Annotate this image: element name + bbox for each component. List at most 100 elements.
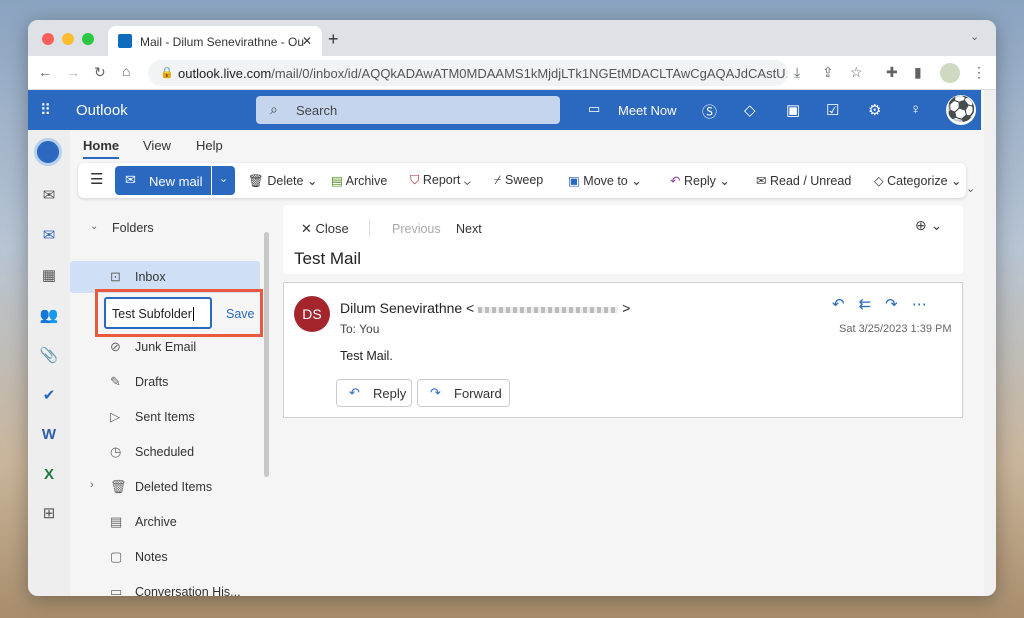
folders-header[interactable]: ⌄ Folders bbox=[70, 212, 260, 244]
folder-archive[interactable]: ▤ Archive bbox=[70, 506, 260, 538]
app-title[interactable]: Outlook bbox=[76, 102, 128, 119]
todo-icon[interactable]: ✔ bbox=[38, 386, 60, 404]
settings-gear-icon[interactable]: ⚙ bbox=[868, 101, 881, 119]
office-icon[interactable]: ▣ bbox=[786, 101, 800, 119]
folder-move-icon: ▣ bbox=[568, 174, 580, 188]
maximize-window-button[interactable] bbox=[82, 33, 94, 45]
archive-icon: ▤ bbox=[110, 514, 123, 529]
profile-avatar[interactable] bbox=[940, 63, 960, 83]
meet-now-button[interactable]: Meet Now bbox=[618, 103, 677, 118]
note-icon: ▢ bbox=[110, 549, 123, 564]
sender-avatar: DS bbox=[294, 296, 330, 332]
tab-list-chevron-icon[interactable]: ⌄ bbox=[970, 30, 979, 43]
hamburger-icon[interactable]: ☰ bbox=[90, 170, 103, 188]
forward-button[interactable]: ↷ Forward bbox=[417, 379, 510, 407]
new-mail-chevron-icon[interactable]: ⌄ bbox=[211, 166, 235, 195]
reply-all-icon[interactable]: ⇇ bbox=[859, 296, 886, 313]
excel-icon[interactable]: X bbox=[38, 466, 60, 483]
reading-header: ✕ Close Previous Next ⊕ ⌄ Test Mail bbox=[283, 205, 963, 274]
folder-scrollbar[interactable] bbox=[264, 232, 269, 477]
install-icon[interactable]: ⤓ bbox=[794, 64, 800, 81]
clock-icon: ◷ bbox=[110, 444, 122, 459]
menu-kebab-icon[interactable]: ⋮ bbox=[972, 64, 986, 81]
close-tab-icon[interactable]: ✕ bbox=[302, 34, 312, 48]
new-tab-icon[interactable]: + bbox=[328, 29, 339, 50]
page-scrollbar[interactable] bbox=[984, 90, 996, 596]
minimize-window-button[interactable] bbox=[62, 33, 74, 45]
ribbon-expand-chevron-icon[interactable]: ⌄ bbox=[966, 182, 975, 195]
attachment-icon[interactable]: 📎 bbox=[38, 346, 60, 364]
url-path: /mail/0/inbox/id/AQQkADAwATM0MDAAMS1kMjd… bbox=[271, 66, 788, 81]
tab-bar: Mail - Dilum Senevirathne - Ou ✕ + ⌄ bbox=[28, 20, 996, 56]
categorize-button[interactable]: ◇ Categorize ⌄ bbox=[874, 173, 962, 188]
video-icon: ▭ bbox=[588, 101, 601, 116]
people-icon[interactable]: 👥 bbox=[38, 306, 60, 324]
more-apps-icon[interactable]: ⊞ bbox=[38, 504, 60, 522]
previous-button[interactable]: Previous bbox=[392, 222, 441, 236]
new-mail-button[interactable]: ✉ New mail ⌄ bbox=[115, 166, 235, 195]
folder-scheduled[interactable]: ◷ Scheduled bbox=[70, 436, 260, 468]
calendar-icon[interactable]: ▦ bbox=[38, 266, 60, 284]
close-button[interactable]: ✕ Close bbox=[301, 221, 349, 237]
folder-deleted-items[interactable]: › 🗑 Deleted Items bbox=[70, 471, 260, 503]
bookmark-star-icon[interactable]: ☆ bbox=[850, 64, 863, 81]
forward-icon: ↷ bbox=[430, 385, 441, 400]
word-icon[interactable]: W bbox=[38, 426, 60, 443]
save-folder-button[interactable]: Save bbox=[226, 307, 255, 321]
new-mail-rail-icon[interactable]: ✉ bbox=[38, 186, 60, 204]
redacted-email bbox=[478, 307, 619, 313]
browser-tab[interactable]: Mail - Dilum Senevirathne - Ou ✕ bbox=[108, 26, 322, 56]
next-button[interactable]: Next bbox=[456, 222, 482, 236]
url-field[interactable]: 🔒 outlook.live.com/mail/0/inbox/id/AQQkA… bbox=[148, 60, 788, 86]
tab-help[interactable]: Help bbox=[196, 138, 223, 153]
share-icon[interactable]: ⇪ bbox=[822, 64, 834, 81]
my-day-icon[interactable]: ☑ bbox=[826, 101, 839, 119]
reload-icon[interactable]: ↻ bbox=[94, 64, 106, 81]
reply-button[interactable]: ↶ Reply ⌄ bbox=[670, 173, 730, 188]
recipients: To: You bbox=[340, 322, 380, 336]
folder-conversation-history[interactable]: ▭ Conversation His... bbox=[70, 576, 260, 596]
outlook-header: ⠿ Outlook ⌕ Search ▭ Meet Now Ⓢ ◇ ▣ ☑ ⚙ … bbox=[28, 90, 981, 130]
folder-junk-email[interactable]: ⊘ Junk Email bbox=[70, 331, 260, 363]
tips-lightbulb-icon[interactable]: ♀ bbox=[910, 101, 921, 118]
ribbon-toolbar: ☰ ✉ New mail ⌄ 🗑 Delete ⌄ ▤ Archive ⛉ Re… bbox=[78, 163, 966, 198]
tab-home[interactable]: Home bbox=[83, 138, 120, 159]
back-icon[interactable]: ← bbox=[38, 64, 52, 80]
new-folder-name-input[interactable]: Test Subfolder bbox=[104, 297, 212, 329]
folder-pane: ⌄ Folders ⊡ Inbox Test Subfolder Save ⊘ Jun… bbox=[70, 205, 270, 596]
inbox-icon: ⊡ bbox=[110, 269, 121, 284]
archive-button[interactable]: ▤ Archive bbox=[331, 173, 387, 188]
skype-icon[interactable]: Ⓢ bbox=[702, 101, 717, 122]
delete-button[interactable]: 🗑 Delete ⌄ bbox=[248, 173, 317, 189]
search-icon: ⌕ bbox=[270, 101, 278, 117]
envelope-icon: ✉ bbox=[125, 172, 136, 187]
sidebar-icon[interactable]: ▮ bbox=[914, 64, 922, 81]
zoom-icon[interactable]: ⊕ ⌄ bbox=[915, 217, 942, 234]
home-icon[interactable]: ⌂ bbox=[122, 63, 130, 79]
search-input[interactable]: ⌕ Search bbox=[256, 96, 560, 124]
report-button[interactable]: ⛉ Report ⌄ bbox=[410, 173, 471, 188]
extensions-icon[interactable]: ✚ bbox=[886, 64, 898, 81]
folder-drafts[interactable]: ✎ Drafts bbox=[70, 366, 260, 398]
forward-icon[interactable]: ↷ bbox=[885, 296, 912, 313]
read-unread-button[interactable]: ✉ Read / Unread bbox=[756, 173, 851, 188]
forward-icon[interactable]: → bbox=[66, 64, 80, 80]
mail-icon[interactable]: ✉ bbox=[38, 226, 60, 244]
sweep-button[interactable]: ⌿ Sweep bbox=[494, 173, 543, 188]
folder-sent-items[interactable]: ▷ Sent Items bbox=[70, 401, 260, 433]
user-avatar[interactable]: ⚽ bbox=[946, 95, 976, 125]
lock-icon: 🔒 bbox=[160, 67, 174, 79]
sender[interactable]: Dilum Senevirathne < > bbox=[340, 300, 630, 316]
premium-diamond-icon[interactable]: ◇ bbox=[744, 101, 756, 119]
close-window-button[interactable] bbox=[42, 33, 54, 45]
tab-view[interactable]: View bbox=[143, 138, 171, 153]
app-launcher-icon[interactable]: ⠿ bbox=[40, 101, 51, 119]
trash-icon: 🗑 bbox=[110, 479, 127, 494]
move-to-button[interactable]: ▣ Move to ⌄ bbox=[568, 173, 642, 188]
more-icon[interactable]: ⋯ bbox=[912, 296, 941, 313]
folder-notes[interactable]: ▢ Notes bbox=[70, 541, 260, 573]
reply-icon[interactable]: ↶ bbox=[832, 296, 859, 313]
archive-icon: ▤ bbox=[331, 174, 343, 188]
reply-button[interactable]: ↶ Reply bbox=[336, 379, 412, 407]
divider bbox=[369, 219, 370, 237]
